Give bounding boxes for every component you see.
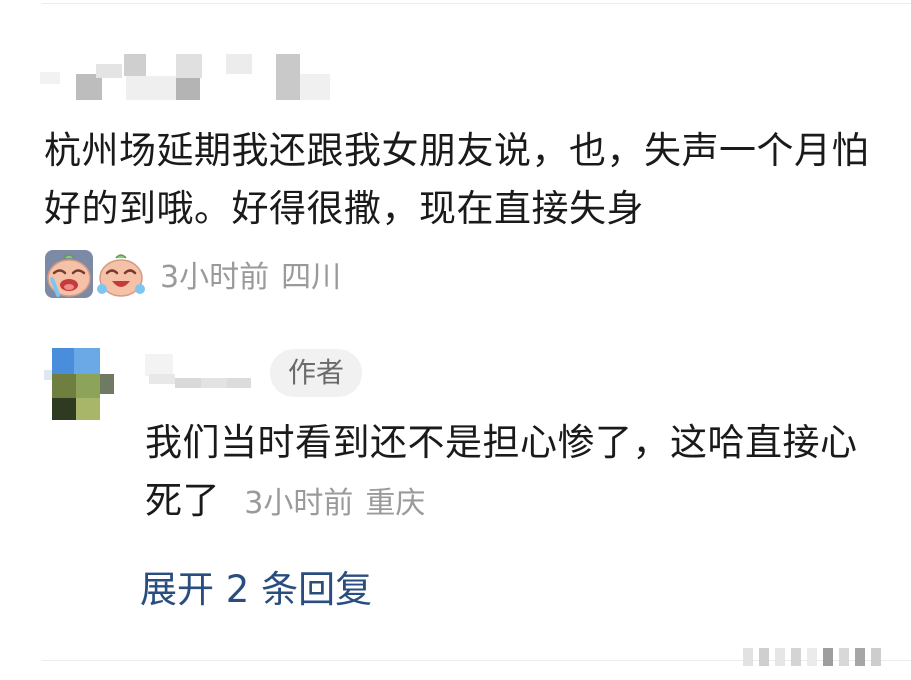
reply-avatar[interactable] (44, 348, 124, 422)
grimace-crying-emoji-icon (45, 250, 93, 298)
reply-meta: 3小时前 重庆 (244, 486, 425, 521)
reply-location: 重庆 (365, 486, 426, 521)
expand-replies-link[interactable]: 展开 2 条回复 (140, 562, 372, 618)
comment-meta: 3小时前 四川 (160, 252, 341, 296)
laughing-crying-emoji-icon (97, 254, 145, 297)
top-divider (42, 3, 911, 4)
watermark (743, 642, 893, 668)
comment-location: 四川 (281, 260, 342, 295)
comment-meta-row: 3小时前 四川 (44, 248, 341, 300)
commenter-username-blurred[interactable] (40, 52, 370, 102)
reply-body: 我们当时看到还不是担心惨了，这哈直接心死了 3小时前 重庆 (145, 414, 865, 533)
author-badge: 作者 (270, 349, 363, 397)
reply-username-blurred[interactable] (145, 348, 260, 392)
comment-text: 杭州场延期我还跟我女朋友说，也，失声一个月怕好的到哦。好得很撒，现在直接失身 (44, 129, 869, 230)
reply-time: 3小时前 (244, 486, 354, 521)
comment-time: 3小时前 (160, 260, 270, 295)
